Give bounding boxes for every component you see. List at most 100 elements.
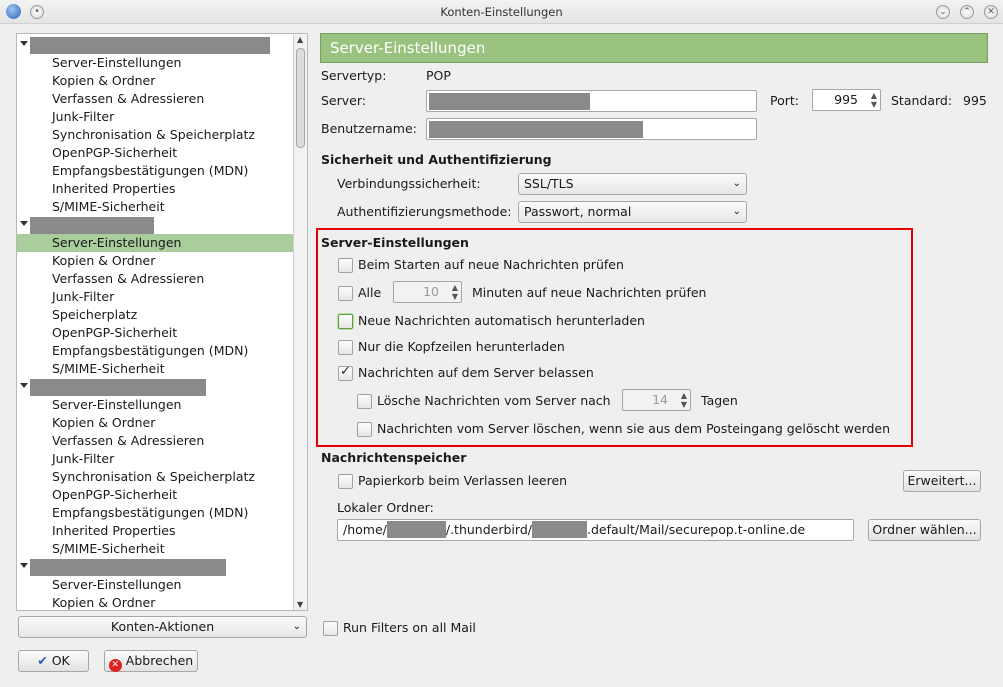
headers-only-checkbox[interactable] (338, 340, 353, 355)
local-folder-prefix: /home/ (343, 522, 387, 537)
tree-scrollbar[interactable]: ▲ ▼ (293, 34, 307, 610)
port-label: Port: (770, 93, 799, 108)
tree-account-row[interactable] (17, 216, 293, 234)
redacted-server-name (429, 93, 590, 110)
tree-item[interactable]: Empfangsbestätigungen (MDN) (17, 504, 293, 522)
account-actions-button[interactable]: Konten-Aktionen ⌄ (18, 616, 307, 638)
tree-item[interactable]: Empfangsbestätigungen (MDN) (17, 162, 293, 180)
tree-item[interactable]: Synchronisation & Speicherplatz (17, 468, 293, 486)
empty-trash-checkbox[interactable] (338, 474, 353, 489)
ok-button[interactable]: ✔ OK (18, 650, 89, 672)
expand-arrow-icon[interactable] (20, 383, 28, 388)
run-filters-checkbox[interactable] (323, 621, 338, 636)
headers-only-label: Nur die Kopfzeilen herunterladen (358, 339, 565, 354)
delete-when-deleted-checkbox[interactable] (357, 422, 372, 437)
tree-item[interactable]: Kopien & Ordner (17, 414, 293, 432)
tree-account-row[interactable] (17, 378, 293, 396)
username-input[interactable] (426, 118, 757, 140)
local-folder-input[interactable]: /home/ /.thunderbird/ .default/Mail/secure… (337, 519, 854, 541)
tree-item[interactable]: Junk-Filter (17, 288, 293, 306)
expand-arrow-icon[interactable] (20, 41, 28, 46)
local-folder-label: Lokaler Ordner: (337, 500, 434, 515)
scroll-down-icon[interactable]: ▼ (297, 600, 303, 609)
tree-item-label: Server-Einstellungen (52, 577, 182, 592)
server-input[interactable] (426, 90, 757, 112)
auth-method-select[interactable]: Passwort, normal ⌄ (518, 201, 747, 223)
default-port-value: 995 (963, 93, 987, 108)
redacted-profile-path (531, 521, 587, 538)
tree-item[interactable]: OpenPGP-Sicherheit (17, 486, 293, 504)
checkmark-icon: ✔ (37, 653, 48, 668)
window-title: Konten-Einstellungen (440, 5, 563, 19)
minimize-icon[interactable]: ⌄ (936, 5, 950, 19)
tree-item[interactable]: Synchronisation & Speicherplatz (17, 126, 293, 144)
expand-arrow-icon[interactable] (20, 563, 28, 568)
auth-method-label: Authentifizierungsmethode: (337, 204, 512, 219)
delete-after-spinner[interactable]: 14 ▲ ▼ (622, 389, 691, 411)
tree-item-label: Kopien & Ordner (52, 253, 156, 268)
tree-item[interactable]: Kopien & Ordner (17, 594, 293, 610)
scroll-up-icon[interactable]: ▲ (297, 35, 303, 44)
redacted-account-name (30, 37, 270, 54)
tree-item[interactable]: Junk-Filter (17, 108, 293, 126)
connection-security-select[interactable]: SSL/TLS ⌄ (518, 173, 747, 195)
account-actions-label: Konten-Aktionen (110, 619, 215, 634)
advanced-button[interactable]: Erweitert... (903, 470, 981, 492)
tree-item[interactable]: Empfangsbestätigungen (MDN) (17, 342, 293, 360)
tree-item[interactable]: Inherited Properties (17, 522, 293, 540)
tree-item-label: S/MIME-Sicherheit (52, 361, 165, 376)
tree-item[interactable]: S/MIME-Sicherheit (17, 198, 293, 216)
tree-item[interactable]: Speicherplatz (17, 306, 293, 324)
tree-item[interactable]: Kopien & Ordner (17, 252, 293, 270)
tree-item[interactable]: S/MIME-Sicherheit (17, 360, 293, 378)
tree-item[interactable]: Verfassen & Adressieren (17, 270, 293, 288)
auth-method-value: Passwort, normal (524, 204, 632, 219)
spinner-arrows-icon[interactable]: ▲ ▼ (871, 91, 877, 109)
check-on-start-checkbox[interactable] (338, 258, 353, 273)
tree-item[interactable]: Verfassen & Adressieren (17, 90, 293, 108)
tree-item[interactable]: OpenPGP-Sicherheit (17, 144, 293, 162)
chevron-down-icon: ⌄ (732, 206, 741, 217)
check-every-checkbox[interactable] (338, 286, 353, 301)
port-spinner[interactable]: 995 ▲ ▼ (812, 89, 881, 111)
choose-folder-button[interactable]: Ordner wählen... (868, 519, 981, 541)
tree-item[interactable]: Server-Einstellungen (17, 576, 293, 594)
tree-item[interactable]: S/MIME-Sicherheit (17, 540, 293, 558)
tree-item[interactable]: Server-Einstellungen (17, 396, 293, 414)
spinner-arrows-icon[interactable]: ▲ ▼ (681, 391, 687, 409)
tree-item[interactable]: Server-Einstellungen (17, 54, 293, 72)
tree-item[interactable]: Verfassen & Adressieren (17, 432, 293, 450)
tree-item-label: Verfassen & Adressieren (52, 433, 205, 448)
delete-after-checkbox[interactable] (357, 394, 372, 409)
tree-item-label: S/MIME-Sicherheit (52, 199, 165, 214)
spinner-arrows-icon[interactable]: ▲ ▼ (452, 283, 458, 301)
tree-item[interactable]: Junk-Filter (17, 450, 293, 468)
tree-account-row[interactable] (17, 36, 293, 54)
tree-item[interactable]: Server-Einstellungen (17, 234, 293, 252)
check-on-start-label: Beim Starten auf neue Nachrichten prüfen (358, 257, 624, 272)
close-icon[interactable]: ✕ (984, 5, 998, 19)
tree-item-label: Kopien & Ordner (52, 73, 156, 88)
delete-after-suffix: Tagen (701, 393, 738, 408)
maximize-icon[interactable]: ⌃ (960, 5, 974, 19)
tree-item-label: Empfangsbestätigungen (MDN) (52, 505, 249, 520)
port-value: 995 (834, 92, 858, 107)
empty-trash-label: Papierkorb beim Verlassen leeren (358, 473, 568, 488)
expand-arrow-icon[interactable] (20, 221, 28, 226)
tree-item-label: Verfassen & Adressieren (52, 271, 205, 286)
scrollbar-thumb[interactable] (296, 48, 305, 148)
storage-heading: Nachrichtenspeicher (321, 450, 467, 465)
leave-on-server-checkbox[interactable]: ✓ (338, 364, 353, 381)
tree-item-label: Verfassen & Adressieren (52, 91, 205, 106)
tree-item[interactable]: Kopien & Ordner (17, 72, 293, 90)
tree-item-label: Junk-Filter (52, 289, 115, 304)
tree-account-row[interactable] (17, 558, 293, 576)
tree-item[interactable]: Inherited Properties (17, 180, 293, 198)
cancel-button[interactable]: ✕ Abbrechen (104, 650, 198, 672)
check-interval-spinner[interactable]: 10 ▲ ▼ (393, 281, 462, 303)
auto-download-checkbox[interactable] (338, 314, 353, 329)
tree-item[interactable]: OpenPGP-Sicherheit (17, 324, 293, 342)
tree-item-label: OpenPGP-Sicherheit (52, 145, 178, 160)
account-tree[interactable]: Server-Einstellungen Kopien & Ordner Verfa… (16, 33, 308, 611)
tree-item-label: Inherited Properties (52, 181, 176, 196)
